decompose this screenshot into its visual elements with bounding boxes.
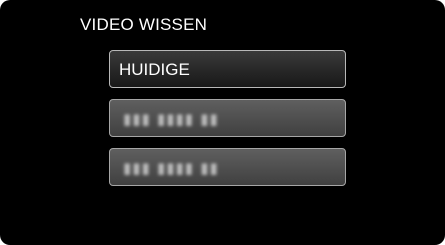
menu-item-label-blurred: ▮▮▮ ▮▮▮▮ ▮▮ [123,159,219,177]
menu-item-blurred-2[interactable]: ▮▮▮ ▮▮▮▮ ▮▮ [109,148,346,186]
menu-item-blurred-1[interactable]: ▮▮▮ ▮▮▮▮ ▮▮ [109,99,346,137]
menu-item-label-blurred: ▮▮▮ ▮▮▮▮ ▮▮ [123,110,219,128]
menu-item-label: HUIDIGE [119,60,190,79]
menu-title: VIDEO WISSEN [80,15,208,34]
menu-item-current[interactable]: HUIDIGE [109,50,346,88]
camera-menu-screen: VIDEO WISSEN HUIDIGE ▮▮▮ ▮▮▮▮ ▮▮ ▮▮▮ ▮▮▮… [0,0,445,245]
